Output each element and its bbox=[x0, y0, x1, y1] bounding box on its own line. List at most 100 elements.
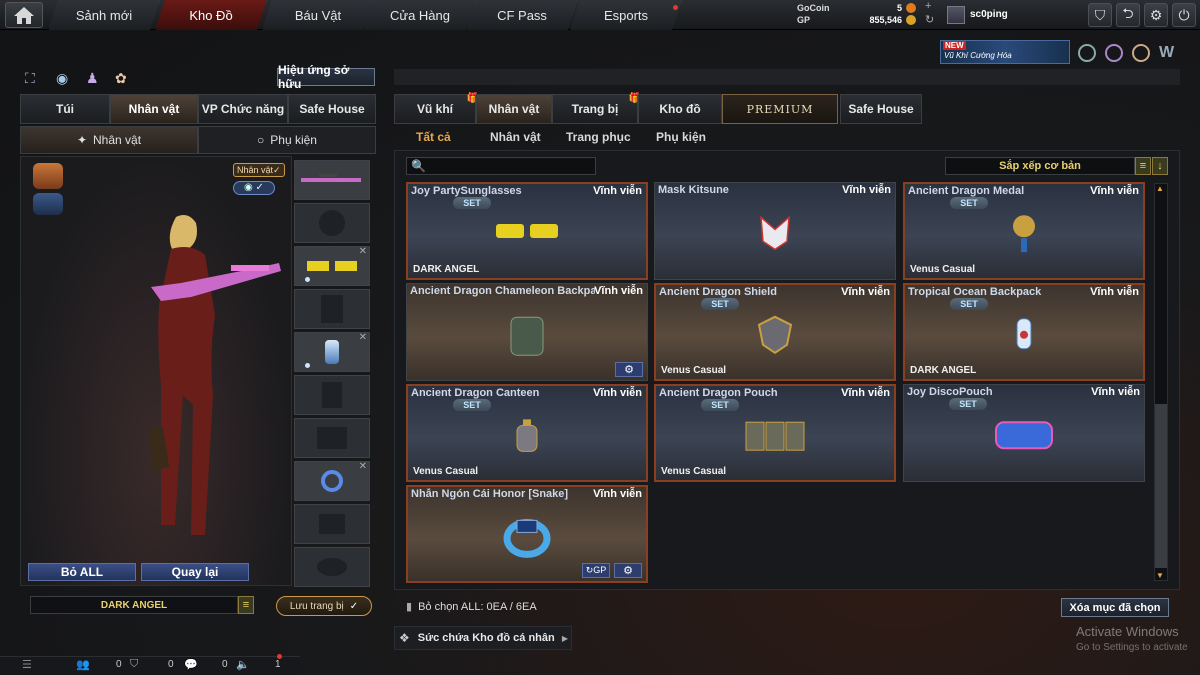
slot-ring[interactable]: ✕ bbox=[294, 461, 370, 501]
item-card[interactable]: Ancient Dragon Chameleon Backpack Vĩnh v… bbox=[406, 283, 648, 381]
nav-tab-lobby[interactable]: Sảnh mới bbox=[48, 0, 160, 30]
item-card[interactable]: Ancient Dragon Pouch Vĩnh viễn SET Venus… bbox=[654, 384, 896, 482]
bottom-bar bbox=[0, 656, 300, 675]
item-duration: Vĩnh viễn bbox=[841, 286, 890, 298]
item-card[interactable]: Mask Kitsune Vĩnh viễn bbox=[654, 182, 896, 280]
tab-safe-house-right[interactable]: Safe House bbox=[840, 94, 922, 124]
item-card[interactable]: Ancient Dragon Medal Vĩnh viễn SET Venus… bbox=[903, 182, 1145, 280]
item-card[interactable]: Nhẫn Ngón Cái Honor [Snake] Vĩnh viễn ↻G… bbox=[406, 485, 648, 583]
subtab-accessory-label: Phụ kiện bbox=[270, 133, 317, 147]
tab-weapons[interactable]: Vũ khí 🎁 bbox=[394, 93, 479, 124]
gear-icon[interactable]: ⚙ bbox=[1144, 3, 1168, 27]
chat-count: 0 bbox=[222, 659, 228, 670]
speaker-icon[interactable]: 🔈 bbox=[236, 658, 250, 671]
ownership-effects-button[interactable]: Hiệu ứng sở hữu bbox=[277, 63, 375, 91]
filter-character[interactable]: Nhân vật bbox=[490, 130, 541, 146]
event-icon-4[interactable]: W bbox=[1159, 44, 1177, 62]
scroll-up-icon[interactable]: ▲ bbox=[1156, 184, 1164, 193]
slot-mouth[interactable] bbox=[294, 547, 370, 587]
item-name: Ancient Dragon Medal bbox=[908, 185, 1025, 197]
banner-weapon-upgrade[interactable]: NEW Vũ Khí Cường Hóa bbox=[940, 40, 1070, 64]
gp-upgrade-icon[interactable]: ↻GP bbox=[582, 563, 610, 578]
item-card[interactable]: Joy PartySunglasses Vĩnh viễn SET DARK A… bbox=[406, 182, 648, 280]
subtab-character[interactable]: ✦ Nhân vật bbox=[20, 126, 198, 154]
filter-costume[interactable]: Trang phục bbox=[566, 130, 631, 146]
tab-character[interactable]: Nhân vật bbox=[110, 94, 198, 124]
gear-icon[interactable]: ⚙ bbox=[614, 563, 642, 578]
gp-icon bbox=[906, 15, 916, 25]
home-button[interactable] bbox=[5, 2, 43, 28]
eye-toggle[interactable]: ◉ ✓ bbox=[233, 181, 275, 195]
ranking-icon[interactable]: ⛶ bbox=[25, 70, 43, 86]
tab-bag[interactable]: Túi bbox=[20, 94, 110, 124]
sunglasses-icon bbox=[307, 261, 357, 271]
clan-icon[interactable]: ⛉ bbox=[1088, 3, 1112, 27]
slot-gloves[interactable] bbox=[294, 504, 370, 544]
tab-characters[interactable]: Nhân vật bbox=[476, 94, 552, 124]
list-icon[interactable]: ☰ bbox=[22, 658, 32, 671]
scroll-thumb[interactable] bbox=[1155, 404, 1167, 568]
remove-ring-icon[interactable]: ✕ bbox=[359, 461, 367, 472]
tab-equipment[interactable]: Trang bị 🎁 bbox=[552, 93, 641, 124]
filter-accessory[interactable]: Phụ kiện bbox=[656, 130, 706, 146]
slot-head[interactable] bbox=[294, 203, 370, 243]
character-class-icon[interactable] bbox=[33, 163, 63, 189]
tab-vp-function[interactable]: VP Chức năng bbox=[198, 94, 288, 124]
nav-tab-inventory[interactable]: Kho Đồ bbox=[155, 0, 267, 30]
slot-glasses[interactable]: ✕ bbox=[294, 246, 370, 286]
slot-belt[interactable] bbox=[294, 418, 370, 458]
event-icon-3[interactable] bbox=[1132, 44, 1150, 62]
slot-backpack[interactable]: ✕ bbox=[294, 332, 370, 372]
preset-menu-icon[interactable]: ≡ bbox=[238, 596, 254, 614]
gear-icon[interactable]: ⚙ bbox=[615, 362, 643, 377]
delete-selected-button[interactable]: Xóa mục đã chọn bbox=[1061, 598, 1169, 617]
sort-direction-icon[interactable]: ↓ bbox=[1152, 157, 1168, 175]
remove-glasses-icon[interactable]: ✕ bbox=[359, 246, 367, 257]
refresh-icon[interactable]: ↻ bbox=[925, 13, 934, 26]
item-card[interactable]: Tropical Ocean Backpack Vĩnh viễn SET DA… bbox=[903, 283, 1145, 381]
event-icon-2[interactable] bbox=[1105, 44, 1123, 62]
storage-capacity-bar[interactable]: ❖ Sức chứa Kho đồ cá nhân ▶ bbox=[394, 626, 572, 650]
chat-icon[interactable]: 💬 bbox=[184, 658, 198, 671]
tab-storage[interactable]: Kho đồ bbox=[638, 94, 722, 124]
slot-weapon[interactable] bbox=[294, 160, 370, 200]
power-icon[interactable]: ⏻ bbox=[1172, 3, 1196, 27]
sort-select[interactable]: Sắp xếp cơ bản bbox=[945, 157, 1135, 175]
tab-safe-house[interactable]: Safe House bbox=[288, 94, 376, 124]
scroll-down-icon[interactable]: ▼ bbox=[1156, 571, 1164, 580]
nav-tab-treasure[interactable]: Báu Vật bbox=[262, 0, 374, 30]
item-card[interactable]: Ancient Dragon Canteen Vĩnh viễn SET Ven… bbox=[406, 384, 648, 482]
save-equipment-button[interactable]: Lưu trang bị ✓ bbox=[276, 596, 372, 616]
preset-name-field[interactable]: DARK ANGEL bbox=[30, 596, 238, 614]
friends-icon[interactable]: 👥 bbox=[76, 658, 90, 671]
avatar[interactable] bbox=[947, 6, 965, 24]
subtab-accessory[interactable]: ○ Phụ kiện bbox=[198, 126, 376, 154]
gocoin-value: 5 bbox=[896, 3, 902, 13]
pet-icon[interactable]: ✿ bbox=[115, 70, 133, 86]
nav-tab-cf-pass[interactable]: CF Pass bbox=[466, 0, 578, 30]
subtab-character-label: Nhân vật bbox=[93, 133, 142, 147]
character-preview[interactable]: Nhân vật ✓ ◉ ✓ bbox=[20, 156, 292, 586]
item-duration: Vĩnh viễn bbox=[1090, 286, 1139, 298]
clan-shield-icon[interactable]: ⛉ bbox=[130, 658, 138, 671]
nav-tab-esports[interactable]: Esports bbox=[570, 0, 682, 30]
item-card[interactable]: Joy DiscoPouch Vĩnh viễn SET bbox=[903, 384, 1145, 482]
mask-class-icon[interactable] bbox=[33, 193, 63, 215]
scrollbar[interactable]: ▲ ▼ bbox=[1154, 183, 1168, 581]
search-input[interactable]: 🔍 bbox=[406, 157, 596, 175]
tab-premium[interactable]: PREMIUM bbox=[722, 94, 838, 124]
back-button[interactable]: Quay lại bbox=[141, 563, 249, 581]
slot-vest[interactable] bbox=[294, 289, 370, 329]
filter-all[interactable]: Tất cả bbox=[416, 130, 451, 146]
slot-pouch[interactable] bbox=[294, 375, 370, 415]
remove-backpack-icon[interactable]: ✕ bbox=[359, 332, 367, 343]
remove-all-button[interactable]: Bỏ ALL bbox=[28, 563, 136, 581]
sort-menu-icon[interactable]: ≡ bbox=[1135, 157, 1151, 175]
exit-icon[interactable]: ⮌ bbox=[1116, 3, 1140, 27]
item-card[interactable]: Ancient Dragon Shield Vĩnh viễn SET Venu… bbox=[654, 283, 896, 381]
view-icon[interactable]: ◉ bbox=[56, 70, 74, 86]
event-icon-1[interactable] bbox=[1078, 44, 1096, 62]
character-icon[interactable]: ♟ bbox=[86, 70, 104, 86]
nav-tab-shop[interactable]: Cửa Hàng bbox=[364, 0, 476, 30]
add-gocoin-icon[interactable]: + bbox=[925, 0, 931, 12]
